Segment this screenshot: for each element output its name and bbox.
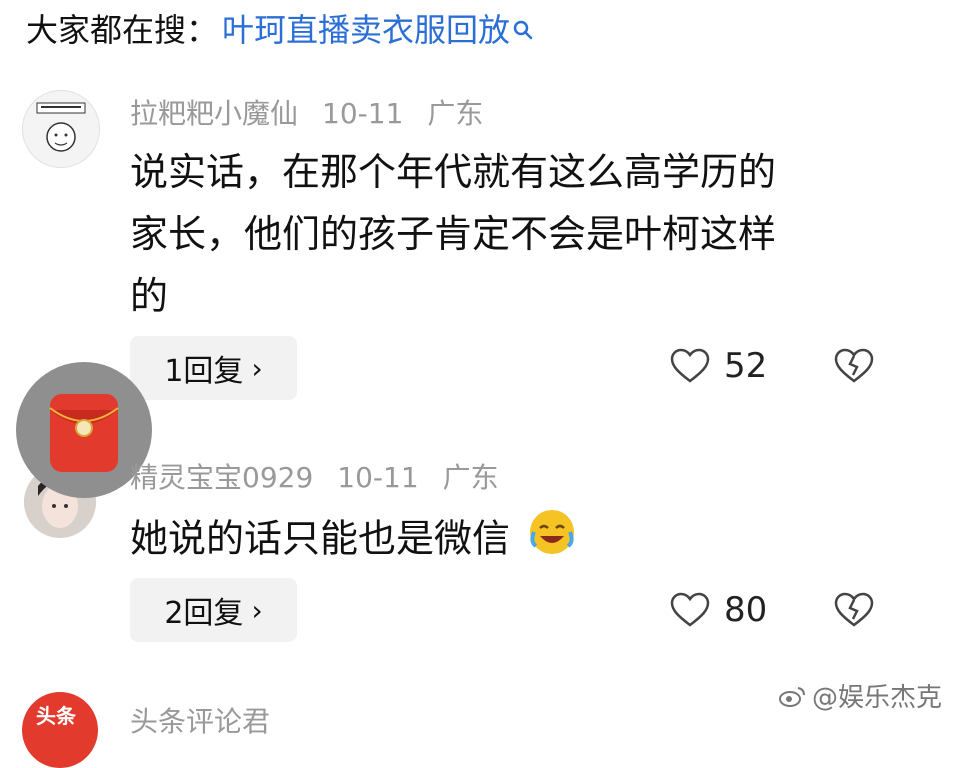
watermark-text: @娱乐杰克 [811, 683, 942, 713]
search-suggestion-bar[interactable]: 大家都在搜： 叶珂直播卖衣服回放 [26, 4, 534, 52]
like-count: 80 [724, 590, 768, 630]
comment-location: 广东 [427, 97, 484, 130]
comment-meta: 拉粑粑小魔仙 10-11 广东 [130, 92, 507, 132]
search-suggestion-link[interactable]: 叶珂直播卖衣服回放 [222, 5, 510, 51]
chevron-right-icon: › [251, 593, 263, 627]
avatar-text: 头条 [36, 704, 76, 728]
comment-date: 10-11 [337, 461, 419, 494]
username[interactable]: 精灵宝宝0929 [130, 461, 313, 494]
comment-meta: 精灵宝宝0929 10-11 广东 [130, 456, 523, 496]
broken-heart-icon [834, 592, 874, 627]
chevron-right-icon: › [251, 351, 263, 385]
comment-text: 她说的话只能也是微信 [130, 506, 900, 576]
comment-date: 10-11 [322, 97, 404, 130]
comment-text-line: 家长，他们的孩子肯定不会是叶柯这样 [130, 212, 777, 256]
comment-text-line: 的 [130, 274, 169, 318]
watermark: @娱乐杰克 [778, 677, 942, 714]
laughing-crying-emoji-icon [526, 506, 578, 576]
username[interactable]: 拉粑粑小魔仙 [130, 97, 298, 130]
avatar[interactable] [22, 90, 100, 168]
avatar[interactable]: 头条 [22, 692, 98, 768]
reply-count-label: 1回复 [164, 354, 244, 389]
view-replies-button[interactable]: 2回复 › [130, 578, 297, 642]
like-button[interactable]: 80 [670, 590, 767, 630]
weibo-icon [778, 686, 805, 707]
like-count: 52 [724, 346, 768, 386]
view-replies-button[interactable]: 1回复 › [130, 336, 297, 400]
comment-text-line: 她说的话只能也是微信 [130, 516, 511, 561]
comment-text-line: 说实话，在那个年代就有这么高学历的 [130, 150, 777, 194]
comment-text: 说实话，在那个年代就有这么高学历的 家长，他们的孩子肯定不会是叶柯这样 的 [130, 141, 900, 327]
heart-icon [670, 348, 710, 383]
reply-count-label: 2回复 [164, 596, 244, 631]
dislike-button[interactable] [834, 348, 874, 388]
heart-icon [670, 592, 710, 627]
comment-meta: 头条评论君 [130, 700, 294, 740]
comment-location: 广东 [442, 461, 499, 494]
search-prefix-label: 大家都在搜： [26, 11, 219, 49]
broken-heart-icon [834, 348, 874, 383]
like-button[interactable]: 52 [670, 346, 767, 386]
dislike-button[interactable] [834, 592, 874, 632]
search-icon [512, 11, 534, 40]
username[interactable]: 头条评论君 [130, 705, 270, 738]
